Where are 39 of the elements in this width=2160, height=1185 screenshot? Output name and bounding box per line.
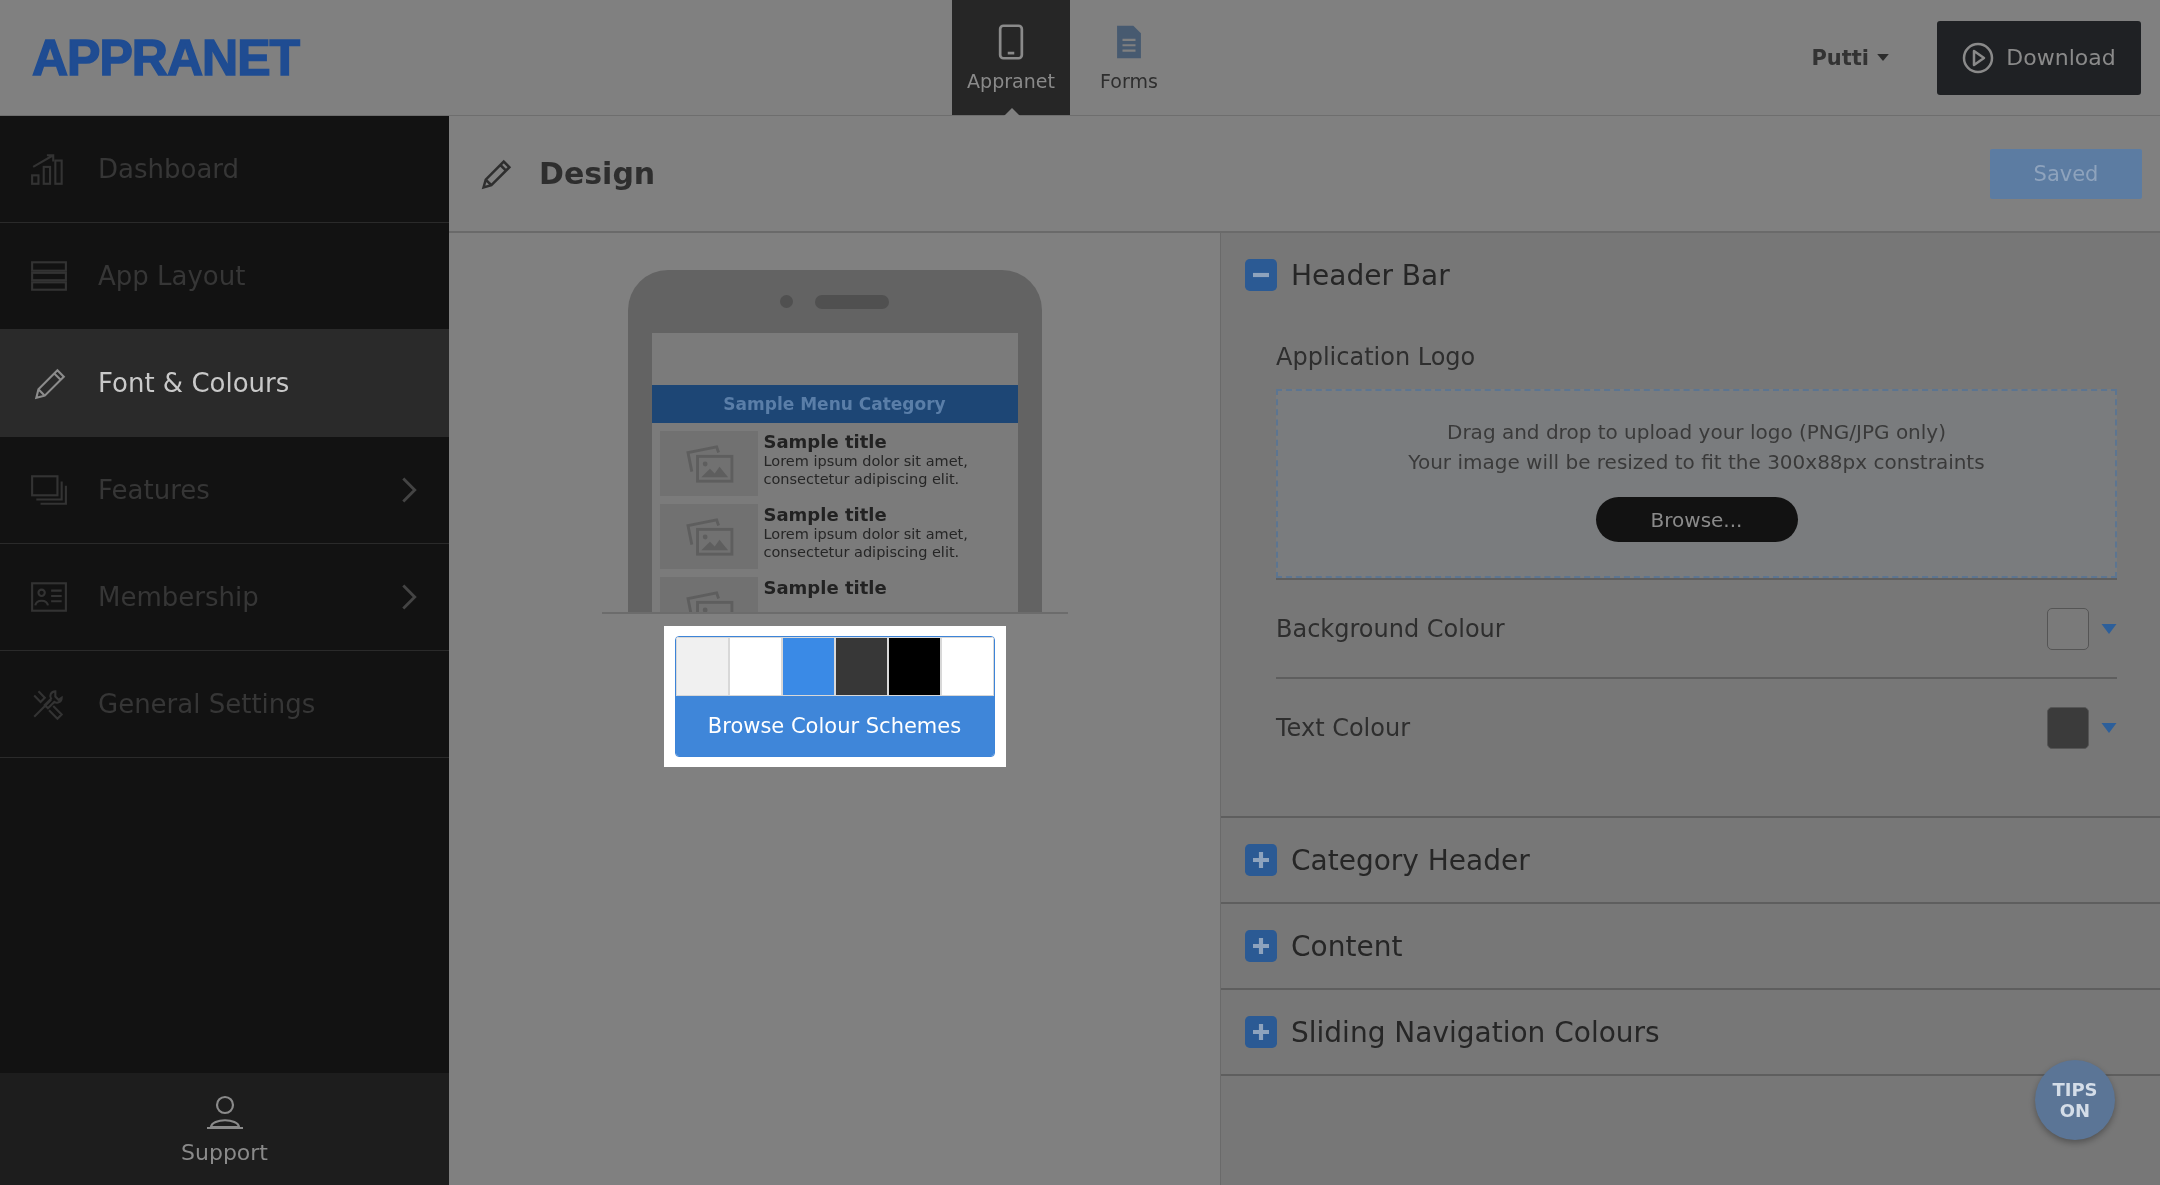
caret-icon: [2101, 623, 2117, 634]
page-title: Design: [539, 156, 657, 191]
play-icon: [1962, 41, 1995, 74]
document-icon: [1116, 23, 1142, 60]
tips-toggle-button[interactable]: TIPS ON: [2035, 1060, 2115, 1140]
item-title: Sample title: [763, 504, 888, 525]
logo[interactable]: APPRANET: [32, 28, 300, 87]
section-header[interactable]: Header Bar: [1221, 233, 2160, 317]
item-description: Lorem ipsum dolor sit amet, consectetur adipiscing elit.: [763, 452, 969, 489]
nav-tab[interactable]: Forms: [1070, 0, 1188, 115]
colour-picker[interactable]: [2047, 706, 2117, 749]
field-label: Background Colour: [1276, 614, 1506, 643]
field-label: Application Logo: [1276, 342, 1477, 373]
section-header[interactable]: Content: [1221, 904, 2160, 988]
caret-icon: [2101, 722, 2117, 733]
download-button[interactable]: Download: [1937, 20, 2141, 95]
phone-icon: [998, 23, 1024, 60]
user-menu[interactable]: Putti: [1811, 45, 1889, 70]
category-bar: Sample Menu Category: [651, 385, 1018, 423]
caret-icon: [1877, 54, 1889, 61]
layout-icon: [30, 259, 68, 293]
id-card-icon: [30, 580, 68, 614]
item-description: Lorem ipsum dolor sit amet, consectetur adipiscing elit.: [763, 525, 969, 562]
sidebar-item[interactable]: Font & Colours: [0, 330, 449, 437]
logo-drop-zone[interactable]: Drag and drop to upload your logo (PNG/JPG only) Your image will be resized to fit the 300x88px constraints Browse...: [1276, 389, 2117, 578]
drop-zone-hint: Drag and drop to upload your logo (PNG/JPG only): [1447, 419, 1946, 446]
colour-picker[interactable]: [2047, 607, 2117, 650]
item-title: Sample title: [763, 431, 888, 452]
section-header[interactable]: Category Header: [1221, 818, 2160, 902]
item-title: Sample title: [763, 577, 887, 598]
support-button[interactable]: Support: [0, 1073, 449, 1185]
drop-zone-hint: Your image will be resized to fit the 300x88px constraints: [1408, 449, 1985, 476]
browse-colour-schemes-button[interactable]: Browse Colour Schemes: [675, 696, 994, 756]
person-icon: [204, 1093, 245, 1130]
stack-icon: [30, 473, 68, 507]
section-header[interactable]: Sliding Navigation Colours: [1221, 990, 2160, 1074]
nav-tab[interactable]: Appranet: [952, 0, 1070, 115]
browse-button[interactable]: Browse...: [1595, 497, 1798, 542]
field-label: Text Colour: [1276, 713, 1412, 742]
